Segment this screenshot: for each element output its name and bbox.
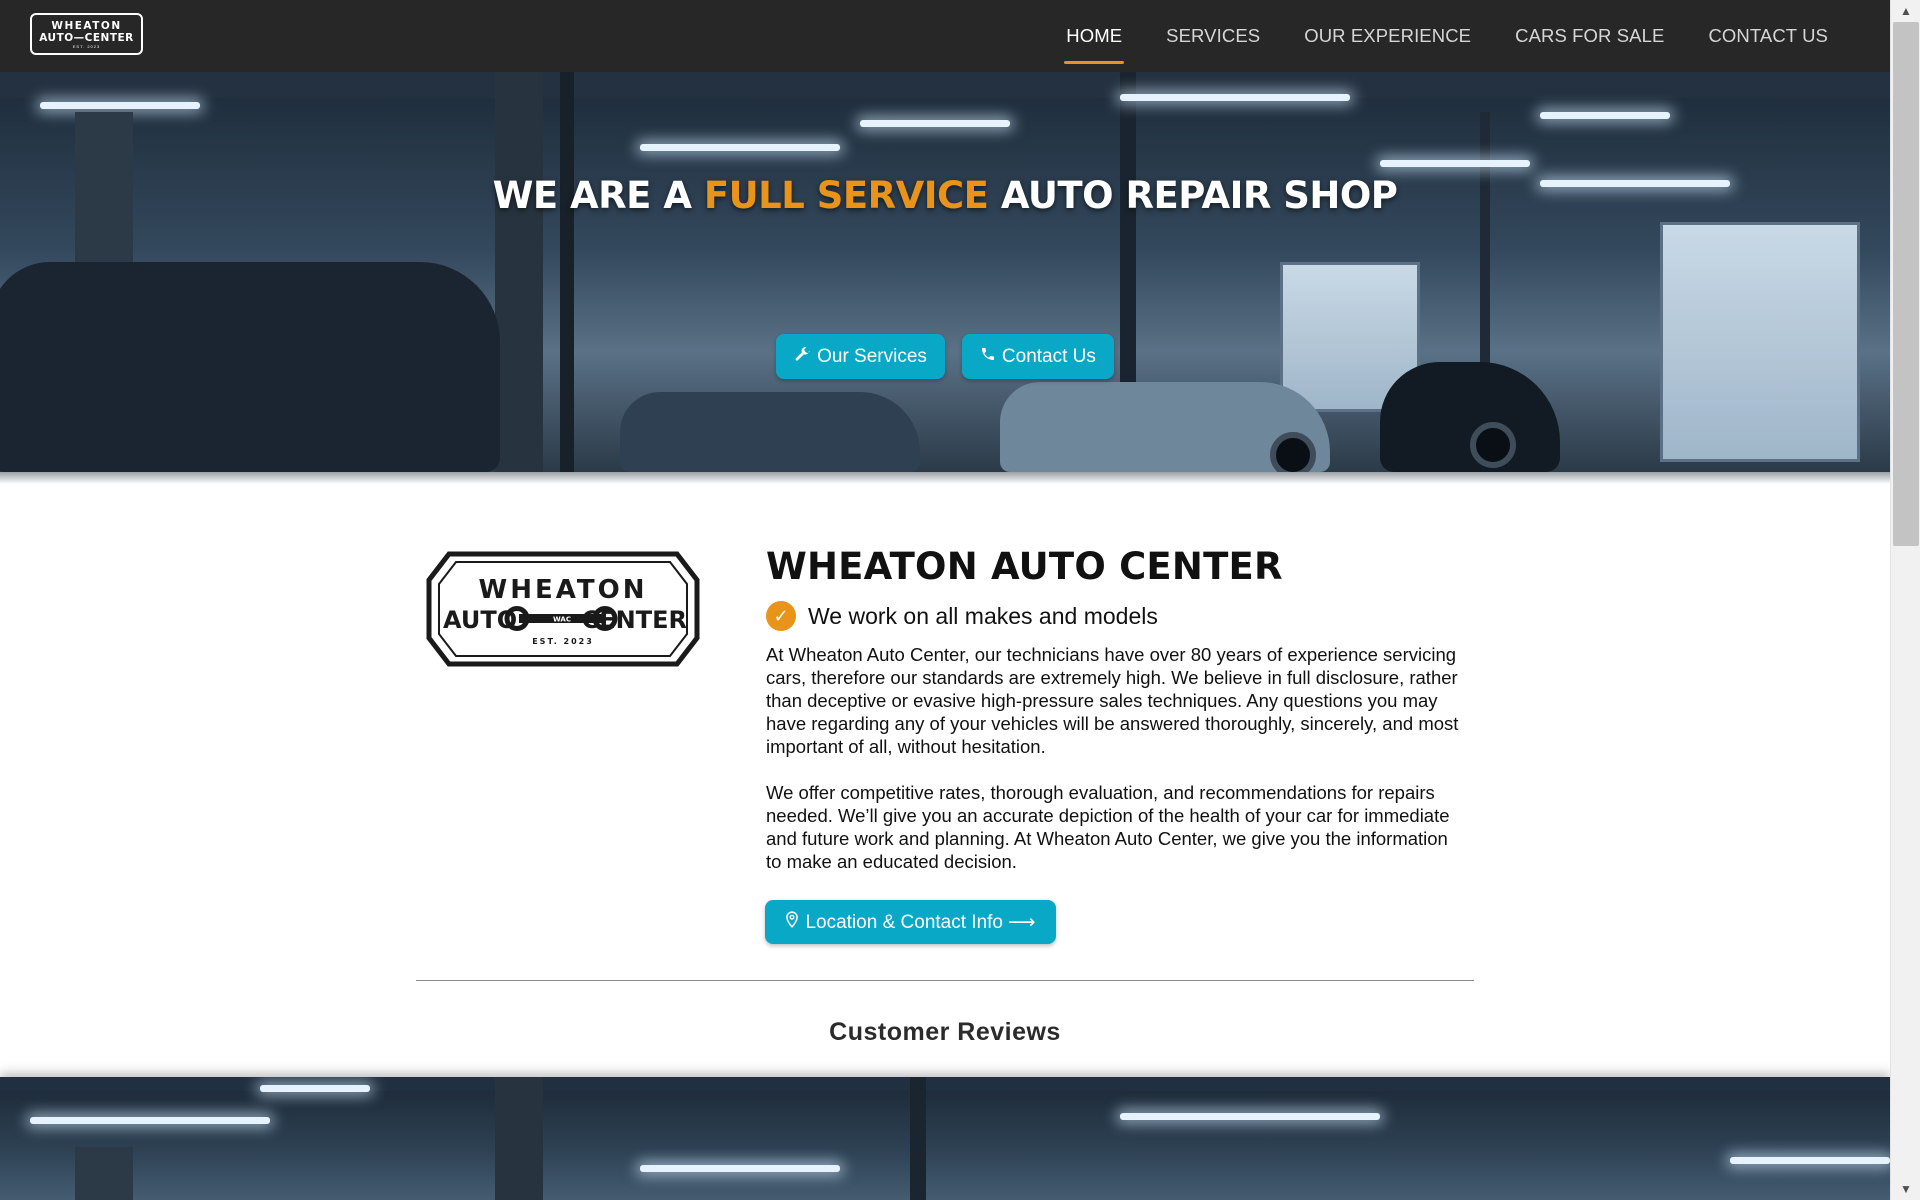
logo-wac-text: WAC [553, 616, 571, 624]
checkmark-circle-icon: ✓ [766, 601, 796, 631]
scroll-down-arrow-icon[interactable]: ▼ [1891, 1178, 1920, 1200]
wrench-icon [794, 346, 811, 368]
logo-word-wheaton: WHEATON [479, 575, 648, 605]
hero-banner: WE ARE A FULL SERVICE AUTO REPAIR SHOP O… [0, 72, 1890, 472]
our-services-label: Our Services [817, 345, 927, 367]
about-paragraph-2: We offer competitive rates, thorough eva… [766, 782, 1450, 872]
our-services-button[interactable]: Our Services [776, 334, 945, 379]
location-contact-info-label: Location & Contact Info ⟶ [805, 911, 1036, 933]
site-logo[interactable]: WHEATON AUTO—CENTER EST. 2023 [30, 13, 143, 55]
nav-link-contact-us[interactable]: CONTACT US [1686, 0, 1850, 72]
scroll-up-arrow-icon[interactable]: ▲ [1891, 0, 1920, 22]
contact-us-label: Contact Us [1001, 345, 1096, 367]
feature-check-text: We work on all makes and models [808, 602, 1158, 629]
phone-icon [980, 346, 996, 367]
nav-link-our-experience[interactable]: OUR EXPERIENCE [1282, 0, 1493, 72]
hero-headline-pre: WE ARE A [492, 174, 704, 217]
location-contact-info-button[interactable]: Location & Contact Info ⟶ [765, 900, 1056, 944]
map-pin-icon [785, 911, 799, 933]
section-divider [416, 980, 1474, 981]
hero-headline: WE ARE A FULL SERVICE AUTO REPAIR SHOP [0, 174, 1890, 217]
logo-text-auto-center: AUTO—CENTER [39, 31, 134, 44]
hero-button-group: Our Services Contact Us [0, 334, 1890, 379]
contact-us-button[interactable]: Contact Us [961, 334, 1114, 379]
about-heading: WHEATON AUTO CENTER [766, 545, 1283, 588]
logo-text-est: EST. 2023 [72, 43, 101, 49]
feature-check-row: ✓ We work on all makes and models [766, 601, 1158, 631]
nav-link-services[interactable]: SERVICES [1144, 0, 1282, 72]
nav-link-cars-for-sale[interactable]: CARS FOR SALE [1493, 0, 1686, 72]
logo-est-text: EST. 2023 [532, 637, 594, 646]
top-navbar: WHEATON AUTO—CENTER EST. 2023 HOME SERVI… [0, 0, 1890, 72]
page-viewport: WHEATON AUTO—CENTER EST. 2023 HOME SERVI… [0, 0, 1890, 1200]
hero-headline-accent: FULL SERVICE [703, 174, 989, 217]
hero-headline-post: AUTO REPAIR SHOP [988, 174, 1398, 217]
scrollbar-thumb[interactable] [1893, 22, 1919, 546]
page-scrollbar[interactable]: ▲ ▼ [1890, 0, 1920, 1200]
customer-reviews-heading: Customer Reviews [829, 1018, 1061, 1046]
nav-link-home[interactable]: HOME [1044, 0, 1144, 72]
wheaton-auto-center-logo: WHEATON AUTO CENTER WAC EST. 2023 [426, 551, 700, 667]
about-paragraph-1: At Wheaton Auto Center, our technicians … [766, 644, 1459, 757]
logo-text-wheaton: WHEATON [51, 19, 122, 32]
hero-shadow [0, 472, 1890, 484]
reviews-background-garage-image [0, 1077, 1890, 1200]
nav-links: HOME SERVICES OUR EXPERIENCE CARS FOR SA… [1044, 0, 1850, 72]
